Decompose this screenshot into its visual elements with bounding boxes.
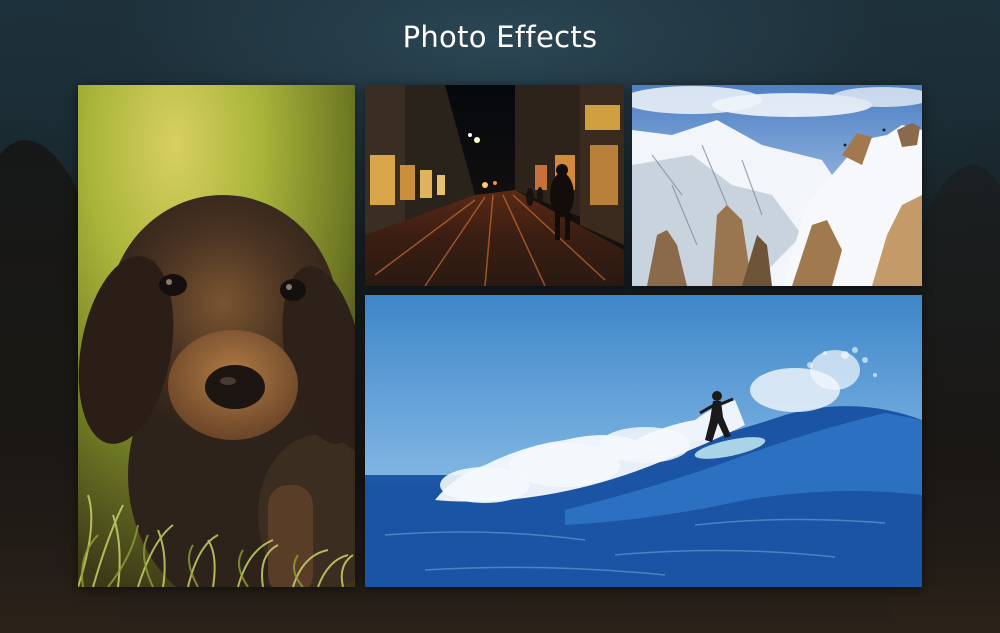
photo-tile-night-street[interactable]	[365, 85, 624, 286]
photo-tile-surfer[interactable]	[365, 295, 922, 587]
page-title: Photo Effects	[402, 20, 598, 54]
snowy-mountain-photo-icon	[632, 85, 922, 286]
app-window: Photo Effects	[0, 0, 1000, 633]
night-street-photo-icon	[365, 85, 624, 286]
surfer-wave-photo-icon	[365, 295, 922, 587]
puppy-photo-icon	[78, 85, 355, 587]
photo-tile-puppy[interactable]	[78, 85, 355, 587]
photo-tile-snowy-mountain[interactable]	[632, 85, 922, 286]
